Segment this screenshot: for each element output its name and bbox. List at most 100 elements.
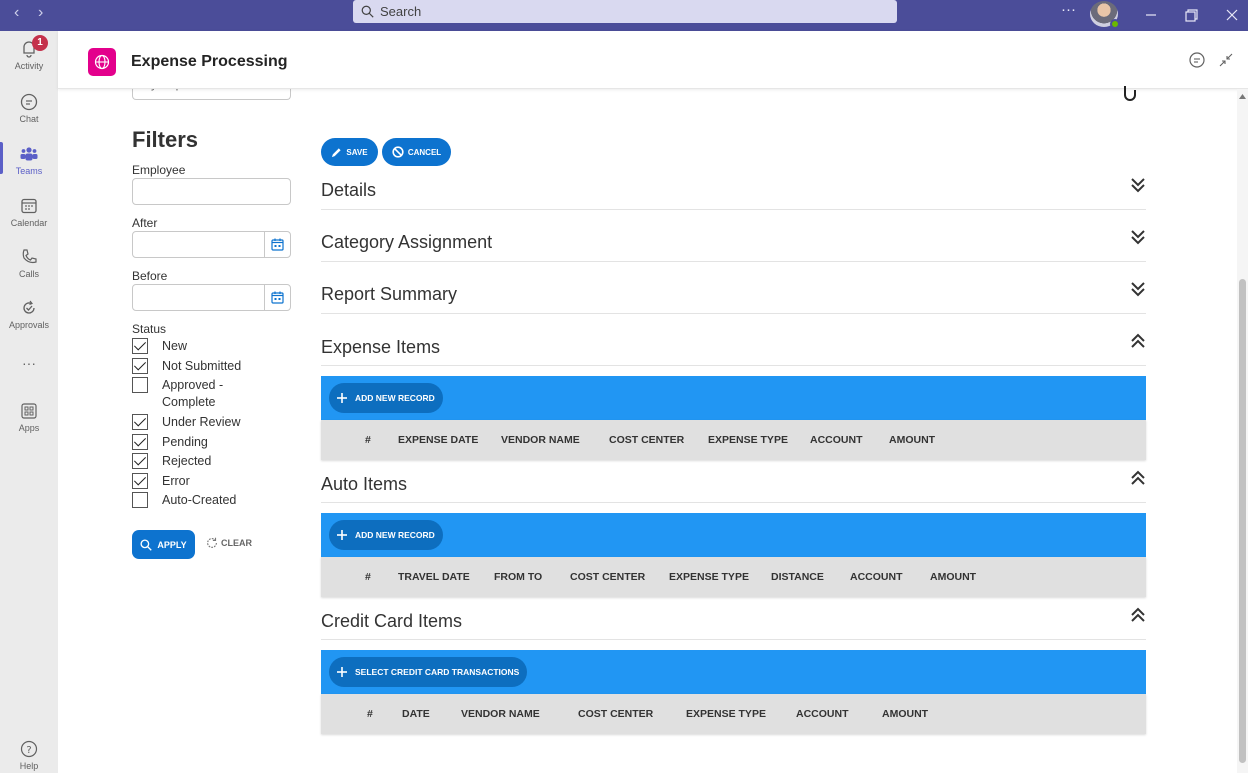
column-header[interactable]: ACCOUNT [810,434,863,446]
status-auto-created[interactable]: Auto-Created [132,492,236,509]
status-pending[interactable]: Pending [132,434,208,451]
conversation-icon[interactable] [1188,51,1206,69]
add-new-record-label: ADD NEW RECORD [355,530,435,540]
rail-item-calendar[interactable]: Calendar [0,196,58,228]
section-expense-items[interactable]: Expense Items [321,332,1146,366]
status-not-submitted[interactable]: Not Submitted [132,358,241,375]
presence-available-icon [1110,19,1120,29]
column-header[interactable]: DISTANCE [771,571,824,583]
section-credit-card-items[interactable]: Credit Card Items [321,606,1146,640]
status-auto-created-label: Auto-Created [162,493,237,507]
column-header[interactable]: # [365,434,371,446]
status-under-review[interactable]: Under Review [132,414,241,431]
search-input[interactable]: Search [353,0,897,23]
column-header[interactable]: VENDOR NAME [461,708,540,720]
section-title: Details [321,180,377,200]
add-new-record-button[interactable]: ADD NEW RECORD [329,383,443,413]
section-title: Category Assignment [321,232,493,252]
select-credit-card-transactions-button[interactable]: SELECT CREDIT CARD TRANSACTIONS [329,657,528,687]
checkbox-checked[interactable] [132,453,148,469]
double-chevron-down-icon[interactable] [1130,228,1146,246]
section-category-assignment[interactable]: Category Assignment [321,228,1146,262]
double-chevron-up-icon[interactable] [1130,469,1146,487]
checkbox-checked[interactable] [132,473,148,489]
after-date-field[interactable] [132,231,291,258]
status-rejected[interactable]: Rejected [132,453,211,470]
column-header[interactable]: TRAVEL DATE [398,571,470,583]
rail-item-chat[interactable]: Chat [0,92,58,124]
calendar-icon [271,238,284,251]
double-chevron-up-icon[interactable] [1130,606,1146,624]
search-icon [361,5,374,18]
double-chevron-up-icon[interactable] [1130,332,1146,350]
vertical-scrollbar[interactable] [1237,89,1248,773]
checkbox-checked[interactable] [132,338,148,354]
after-calendar-button[interactable] [264,232,290,257]
checkbox-checked[interactable] [132,358,148,374]
help-icon: ? [20,740,38,758]
cancel-button[interactable]: CANCEL [382,138,451,166]
more-options-icon[interactable]: ··· [1061,1,1076,18]
column-header[interactable]: AMOUNT [882,708,928,720]
status-approved-complete[interactable]: Approved - Complete [132,377,223,411]
checkbox-checked[interactable] [132,414,148,430]
rail-label-calendar: Calendar [10,218,48,228]
forward-arrow-icon[interactable]: › [38,4,43,22]
rail-item-teams[interactable]: Teams [0,142,58,176]
rail-label-approvals: Approvals [8,320,50,330]
double-chevron-down-icon[interactable] [1130,176,1146,194]
column-header[interactable]: EXPENSE TYPE [669,571,749,583]
rail-item-apps[interactable]: Apps [0,401,58,433]
back-arrow-icon[interactable]: ‹ [14,4,19,22]
collapse-icon[interactable] [1217,51,1235,69]
status-label: Status [132,322,167,336]
column-header[interactable]: COST CENTER [609,434,684,446]
close-icon[interactable] [1226,9,1238,21]
before-calendar-button[interactable] [264,285,290,310]
restore-icon[interactable] [1185,9,1198,22]
column-header[interactable]: COST CENTER [578,708,653,720]
section-details[interactable]: Details [321,176,1146,210]
scroll-thumb[interactable] [1239,279,1246,763]
column-header[interactable]: EXPENSE TYPE [686,708,766,720]
column-header[interactable]: AMOUNT [930,571,976,583]
column-header[interactable]: EXPENSE TYPE [708,434,788,446]
checkbox-unchecked[interactable] [132,377,148,393]
add-new-record-button[interactable]: ADD NEW RECORD [329,520,443,550]
clear-button[interactable]: CLEAR [205,536,252,550]
double-chevron-down-icon[interactable] [1130,280,1146,298]
expense-grid-header: # EXPENSE DATE VENDOR NAME COST CENTER E… [321,420,1146,460]
column-header[interactable]: # [365,571,371,583]
status-new[interactable]: New [132,338,187,355]
column-header[interactable]: AMOUNT [889,434,935,446]
column-header[interactable]: VENDOR NAME [501,434,580,446]
column-header[interactable]: EXPENSE DATE [398,434,478,446]
rail-item-more[interactable]: ··· [0,355,58,371]
before-date-field[interactable] [132,284,291,311]
section-auto-items[interactable]: Auto Items [321,469,1146,503]
minimize-icon[interactable] [1145,9,1157,21]
scroll-up-arrow-icon[interactable] [1239,94,1246,99]
attachment-icon[interactable] [1121,86,1139,102]
column-header[interactable]: FROM TO [494,571,542,583]
checkbox-checked[interactable] [132,434,148,450]
save-button[interactable]: SAVE [321,138,378,166]
column-header[interactable]: DATE [402,708,430,720]
apply-button[interactable]: APPLY [132,530,195,559]
rail-item-approvals[interactable]: Approvals [0,298,58,330]
avatar[interactable] [1090,1,1120,29]
checkbox-unchecked[interactable] [132,492,148,508]
column-header[interactable]: # [367,708,373,720]
column-header[interactable]: ACCOUNT [850,571,903,583]
title-bar: ‹ › Search ··· [0,0,1248,31]
section-report-summary[interactable]: Report Summary [321,280,1146,314]
rail-item-activity[interactable]: 1 Activity [0,35,58,71]
column-header[interactable]: ACCOUNT [796,708,849,720]
column-header[interactable]: COST CENTER [570,571,645,583]
employee-field[interactable] [132,178,291,205]
status-approved-label: Approved - Complete [162,378,224,409]
rail-item-calls[interactable]: Calls [0,247,58,279]
before-label: Before [132,269,168,283]
status-error[interactable]: Error [132,473,190,490]
rail-item-help[interactable]: ? Help [0,739,58,771]
